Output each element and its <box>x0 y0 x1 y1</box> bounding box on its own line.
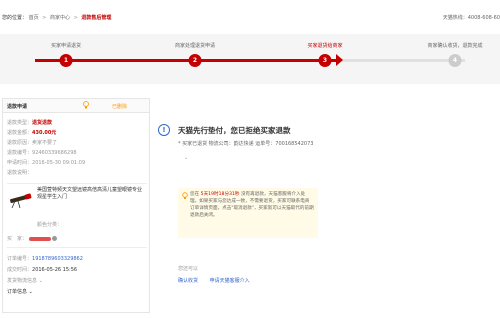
breadcrumb-seller-center[interactable]: 商家中心 <box>50 15 70 21</box>
refund-summary-header: 退款申请 已删除 <box>3 99 149 113</box>
status-title: 天猫先行垫付，您已拒绝买家退款 <box>178 126 291 135</box>
step-1-label: 买家申请退货 <box>50 43 82 49</box>
deleted-badge: 已删除 <box>111 104 127 110</box>
field-value: 92460339686298 <box>32 150 77 156</box>
progress-steps: 买家申请退货 商家处理退货申请 买家退货给商家 商家确认收货，退款完成 1 2 … <box>0 34 500 84</box>
field-value: 2016-05-30 09:01:09 <box>32 160 86 166</box>
notice-text: 您在 5天19时18分31秒 没有再退款，天猫客服将介入处理。如果买家与您达成一… <box>190 191 314 219</box>
lightbulb-icon <box>83 101 89 112</box>
field-label: 买 家： <box>7 236 28 242</box>
top-bar: 您的位置： 首页 > 商家中心 > 退款售后管理 天猫热线：4008-608-6… <box>0 0 500 34</box>
step-4-node: 4 <box>448 54 462 67</box>
location-label: 您的位置： <box>2 15 28 21</box>
field-label: 订单编号： <box>7 256 33 262</box>
hotline: 天猫热线：4008-608-60 <box>442 15 500 21</box>
field-refund-note: 退款说明： <box>7 169 32 176</box>
breadcrumb: 您的位置： 首页 > 商家中心 > 退款售后管理 <box>2 14 111 21</box>
field-label: 退款说明： <box>7 170 33 176</box>
field-value: 退货退款 <box>32 120 53 126</box>
order-id-link[interactable]: 1918789603329862 <box>32 256 83 262</box>
field-label: 退款原因： <box>7 140 33 146</box>
step-3-node: 3 <box>318 54 332 67</box>
chevron-down-icon[interactable]: ⌄ <box>184 155 188 161</box>
field-refund-reason: 退款原因：卖家不要了 <box>7 139 57 146</box>
field-value: 430.00元 <box>32 130 57 136</box>
order-info-toggle[interactable]: 订单信息 ⌄ <box>7 288 33 295</box>
logistics-info: * 买家已退货 物流公司：韵达快递 运单号：700168542073 <box>178 141 314 147</box>
action-links: 确认收货 申请天猫客服介入 <box>178 277 260 284</box>
field-refund-id: 退款编号：92460339686298 <box>7 149 77 156</box>
step-2-node: 2 <box>188 54 202 67</box>
field-label: 退款金额： <box>7 130 33 136</box>
field-label: 退款类型： <box>7 120 33 126</box>
progress-arrow <box>336 54 343 66</box>
you-can-also-label: 您还可以 <box>178 266 199 272</box>
field-value: 卖家不要了 <box>32 140 58 146</box>
chat-icon[interactable] <box>52 236 58 241</box>
field-label: 成交时间： <box>7 267 33 273</box>
field-label: 申请时间： <box>7 160 33 166</box>
step-4-label: 商家确认收货，退款完成 <box>427 43 483 49</box>
product-color: 颜色分类： <box>37 222 63 228</box>
breadcrumb-separator: > <box>42 15 47 21</box>
step-1-node: 1 <box>59 54 73 67</box>
divider <box>7 247 147 248</box>
progress-fill <box>35 59 336 62</box>
breadcrumb-current: 退款售后管理 <box>81 15 112 21</box>
breadcrumb-separator: > <box>73 15 78 21</box>
shipping-info-toggle[interactable]: 发货物流信息 ⌄ <box>7 277 43 284</box>
request-tmall-service-link[interactable]: 申请天猫客服介入 <box>210 278 250 284</box>
field-order-id: 订单编号：1918789603329862 <box>7 255 83 262</box>
lightbulb-icon <box>182 192 188 202</box>
field-deal-time: 成交时间：2016-05-26 15:56 <box>7 266 77 273</box>
field-label: 退款编号： <box>7 150 33 156</box>
exclamation-icon: ! <box>158 124 170 136</box>
product-item[interactable]: 美国萱特频天文望远镜高倍高清儿童望眼镜专业观星学生入门 颜色分类： <box>7 187 147 228</box>
product-title[interactable]: 美国萱特频天文望远镜高倍高清儿童望眼镜专业观星学生入门 <box>37 187 145 201</box>
divider <box>7 183 147 184</box>
panel-title: 退款申请 <box>7 104 28 110</box>
field-apply-time: 申请时间：2016-05-30 09:01:09 <box>7 159 85 166</box>
refund-summary-panel: 退款申请 已删除 退款类型：退货退款 退款金额：430.00元 退款原因：卖家不… <box>2 98 150 313</box>
step-2-label: 商家处理退货申请 <box>174 43 216 49</box>
confirm-receipt-link[interactable]: 确认收货 <box>178 278 198 284</box>
notice-box: 您在 5天19时18分31秒 没有再退款，天猫客服将介入处理。如果买家与您达成一… <box>178 188 318 238</box>
buyer-name-redacted <box>28 236 51 241</box>
field-refund-type: 退款类型：退货退款 <box>7 119 52 126</box>
field-buyer: 买 家： <box>7 235 58 242</box>
field-value: 2016-05-26 15:56 <box>32 267 78 273</box>
product-thumbnail[interactable] <box>7 191 33 209</box>
countdown-timer: 5天19时18分31秒 <box>200 192 240 197</box>
breadcrumb-home[interactable]: 首页 <box>29 15 39 21</box>
step-3-label: 买家退货给商家 <box>307 43 343 49</box>
notice-prefix: 您在 <box>190 192 201 197</box>
field-refund-amount: 退款金额：430.00元 <box>7 129 56 136</box>
